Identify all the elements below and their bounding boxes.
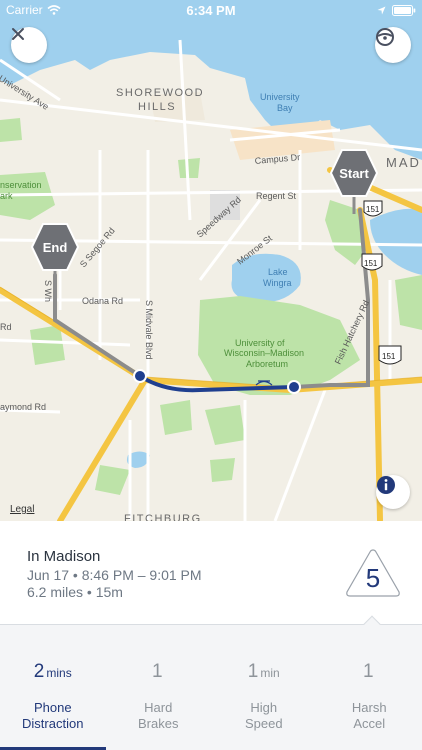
phone-distraction-label-2: Distraction — [22, 716, 84, 731]
tab-high-speed[interactable]: 1 min High Speed — [211, 625, 317, 750]
end-marker[interactable]: End — [31, 222, 79, 288]
label-raymond-rd: aymond Rd — [0, 402, 46, 412]
label-lake-wingra-1: Lake — [268, 267, 288, 277]
label-shorewood-2: HILLS — [138, 101, 176, 113]
high-speed-unit: min — [260, 666, 280, 680]
steering-wheel-icon — [376, 28, 394, 46]
high-speed-label-1: High — [250, 700, 278, 715]
start-marker[interactable]: Start — [330, 148, 378, 214]
park-11 — [0, 118, 22, 142]
label-shorewood-1: SHOREWOOD — [116, 87, 204, 99]
park-5 — [30, 325, 65, 365]
label-university-ave: University Ave — [0, 73, 50, 112]
trip-score-badge[interactable]: 5 — [344, 547, 402, 599]
label-lake-wingra-2: Wingra — [263, 278, 292, 288]
high-speed-value: 1 — [247, 661, 259, 682]
label-conservation-1: nservation — [0, 180, 42, 190]
location-arrow-icon — [377, 6, 386, 14]
hard-brakes-value: 1 — [151, 661, 163, 682]
high-speed-label-2: Speed — [244, 716, 283, 731]
trip-title: In Madison — [27, 548, 101, 565]
close-icon — [12, 28, 24, 40]
phone-distraction-value: 2 — [33, 661, 45, 682]
driver-passenger-button[interactable] — [375, 27, 411, 63]
label-arboretum-3: Arboretum — [246, 359, 288, 369]
lake-mendota — [0, 0, 422, 160]
label-s-segoe-rd: S Segoe Rd — [78, 226, 117, 270]
tab-phone-distraction[interactable]: 2 mins Phone Distraction — [0, 625, 106, 750]
harsh-accel-value: 1 — [362, 661, 374, 682]
map-legal-link: Legal — [10, 504, 34, 515]
label-route-151-b: 151 — [364, 259, 378, 268]
park-6 — [160, 400, 192, 435]
park-9 — [210, 458, 235, 482]
label-conservation-2: ark — [0, 191, 13, 201]
label-rd-edge: Rd — [0, 322, 12, 332]
label-regent-st: Regent St — [256, 191, 297, 201]
label-route-151-c: 151 — [382, 352, 396, 361]
phone-distraction-unit: mins — [46, 666, 72, 680]
trip-map[interactable]: University Ave SHOREWOOD HILLS Universit… — [0, 0, 422, 521]
info-icon — [377, 476, 395, 494]
harsh-accel-label-1: Harsh — [351, 700, 387, 715]
info-button[interactable] — [376, 475, 410, 509]
phone-distraction-label-1: Phone — [33, 700, 72, 715]
label-university-bay-1: University — [260, 92, 300, 102]
trip-score-value: 5 — [365, 563, 381, 593]
distraction-start-dot — [133, 369, 147, 383]
trip-summary-panel: In Madison Jun 17 • 8:46 PM – 9:01 PM 6.… — [0, 521, 422, 624]
park-4 — [205, 405, 245, 445]
close-button[interactable] — [11, 27, 47, 63]
hard-brakes-label-1: Hard — [144, 700, 173, 715]
harsh-accel-label-2: Accel — [353, 716, 386, 731]
end-marker-label: End — [42, 239, 68, 255]
carrier-label: Carrier — [6, 3, 43, 17]
label-fitchburg: FITCHBURG — [124, 513, 202, 521]
label-university-bay-2: Bay — [277, 103, 293, 113]
label-arboretum-1: University of — [235, 338, 285, 348]
wifi-icon — [47, 5, 61, 15]
battery-icon — [392, 4, 416, 16]
park-8 — [95, 465, 130, 495]
label-odana-rd: Odana Rd — [82, 296, 123, 306]
event-stats-tabs: 2 mins Phone Distraction 1 Hard Brakes 1 min… — [0, 625, 422, 750]
status-bar: Carrier 6:34 PM — [0, 0, 422, 20]
tab-hard-brakes[interactable]: 1 Hard Brakes — [106, 625, 212, 750]
park-7 — [395, 275, 422, 330]
hard-brakes-label-2: Brakes — [138, 716, 179, 731]
start-marker-label: Start — [339, 165, 369, 181]
trip-distance-duration: 6.2 miles • 15m — [27, 584, 123, 600]
label-s-midvale-blvd: S Midvale Blvd — [144, 300, 154, 360]
status-time: 6:34 PM — [186, 2, 236, 18]
tab-harsh-accel[interactable]: 1 Harsh Accel — [317, 625, 422, 750]
label-mad: MAD — [386, 155, 421, 170]
distraction-end-dot — [287, 380, 301, 394]
label-arboretum-2: Wisconsin–Madison — [224, 348, 304, 358]
trip-date-range: Jun 17 • 8:46 PM – 9:01 PM — [27, 567, 202, 583]
